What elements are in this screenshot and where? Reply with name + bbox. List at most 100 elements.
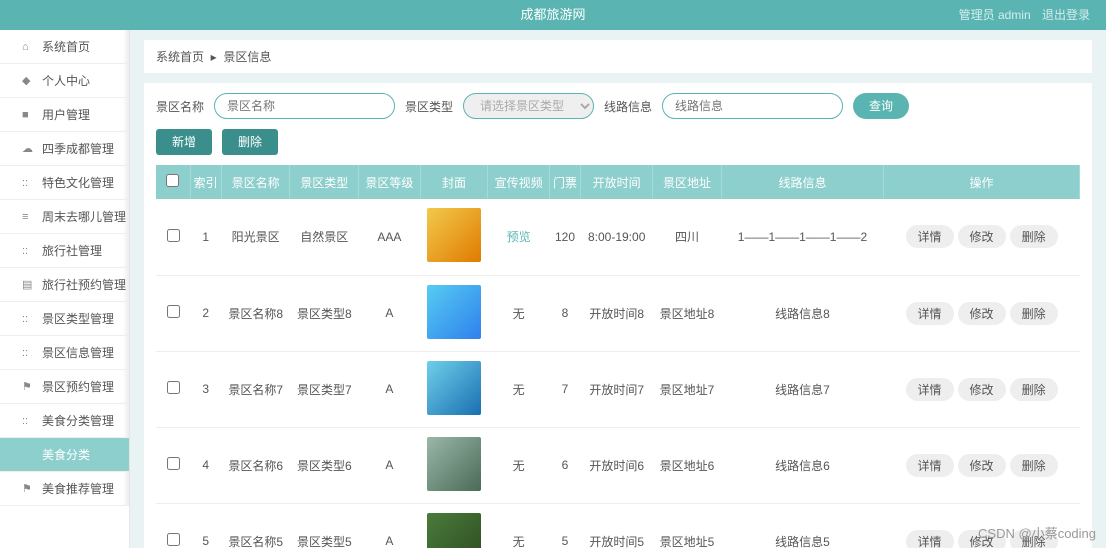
col-5: 封面 xyxy=(420,165,488,199)
sidebar-item-2[interactable]: ■用户管理 xyxy=(0,98,129,132)
breadcrumb-home[interactable]: 系统首页 xyxy=(156,50,204,64)
sidebar-item-5[interactable]: ≡周末去哪儿管理 xyxy=(0,200,129,234)
cell-addr: 四川 xyxy=(653,199,722,275)
sidebar-item-3[interactable]: ☁四季成都管理 xyxy=(0,132,129,166)
sidebar-item-7[interactable]: ▤旅行社预约管理 xyxy=(0,268,129,302)
cell-video[interactable]: 预览 xyxy=(488,199,549,275)
sidebar-item-12[interactable]: 美食分类 xyxy=(0,438,129,472)
col-6: 宣传视频 xyxy=(488,165,549,199)
row-delete-button[interactable]: 删除 xyxy=(1010,378,1058,401)
detail-button[interactable]: 详情 xyxy=(906,378,954,401)
add-button[interactable]: 新增 xyxy=(156,129,212,155)
cell-idx: 1 xyxy=(190,199,221,275)
table-row: 5景区名称5景区类型5A无5开放时间5景区地址5线路信息5详情修改删除 xyxy=(156,503,1080,548)
cell-price: 120 xyxy=(549,199,580,275)
cell-name: 景区名称6 xyxy=(221,427,290,503)
sidebar-icon: ⌂ xyxy=(22,41,36,53)
thumbnail xyxy=(427,437,481,491)
cell-idx: 5 xyxy=(190,503,221,548)
sidebar-icon: :: xyxy=(22,313,36,325)
col-3: 景区类型 xyxy=(290,165,359,199)
cell-video: 无 xyxy=(488,275,549,351)
cell-time: 开放时间8 xyxy=(581,275,653,351)
col-8: 开放时间 xyxy=(581,165,653,199)
search-type-label: 景区类型 xyxy=(405,98,453,115)
delete-button[interactable]: 删除 xyxy=(222,129,278,155)
col-11: 操作 xyxy=(884,165,1080,199)
cell-video: 无 xyxy=(488,427,549,503)
sidebar-item-label: 景区预约管理 xyxy=(42,378,114,395)
cell-video: 无 xyxy=(488,351,549,427)
row-delete-button[interactable]: 删除 xyxy=(1010,454,1058,477)
col-2: 景区名称 xyxy=(221,165,290,199)
detail-button[interactable]: 详情 xyxy=(906,225,954,248)
cell-ops: 详情修改删除 xyxy=(884,427,1080,503)
table-body: 1阳光景区自然景区AAA预览1208:00-19:00四川1——1——1——1—… xyxy=(156,199,1080,548)
col-1: 索引 xyxy=(190,165,221,199)
sidebar-item-label: 景区信息管理 xyxy=(42,344,114,361)
search-name-label: 景区名称 xyxy=(156,98,204,115)
sidebar-item-0[interactable]: ⌂ 系统首页 xyxy=(0,30,129,64)
cell-name: 阳光景区 xyxy=(221,199,290,275)
table-row: 4景区名称6景区类型6A无6开放时间6景区地址6线路信息6详情修改删除 xyxy=(156,427,1080,503)
sidebar-item-4[interactable]: ::特色文化管理 xyxy=(0,166,129,200)
main-area: 系统首页 ▸ 景区信息 景区名称 景区类型 请选择景区类型 线路信息 查询 新增… xyxy=(130,30,1106,548)
watermark: CSDN @小蔡coding xyxy=(978,523,1096,542)
edit-button[interactable]: 修改 xyxy=(958,302,1006,325)
search-name-input[interactable] xyxy=(214,93,395,119)
cell-ops: 详情修改删除 xyxy=(884,275,1080,351)
table-row: 1阳光景区自然景区AAA预览1208:00-19:00四川1——1——1——1—… xyxy=(156,199,1080,275)
row-checkbox[interactable] xyxy=(167,457,180,470)
sidebar-item-13[interactable]: ⚑美食推荐管理 xyxy=(0,472,129,506)
col-10: 线路信息 xyxy=(721,165,883,199)
sidebar-item-9[interactable]: ::景区信息管理 xyxy=(0,336,129,370)
detail-button[interactable]: 详情 xyxy=(906,454,954,477)
search-route-input[interactable] xyxy=(662,93,843,119)
sidebar-item-10[interactable]: ⚑ 景区预约管理 xyxy=(0,370,129,404)
cell-level: A xyxy=(359,275,420,351)
thumbnail xyxy=(427,513,481,548)
cell-level: A xyxy=(359,351,420,427)
select-all-checkbox[interactable] xyxy=(166,174,179,187)
cell-time: 开放时间5 xyxy=(581,503,653,548)
sidebar-icon: ⚑ xyxy=(22,380,36,393)
sidebar-icon: :: xyxy=(22,347,36,359)
query-button[interactable]: 查询 xyxy=(853,93,909,119)
edit-button[interactable]: 修改 xyxy=(958,225,1006,248)
table-header-row: 索引景区名称景区类型景区等级封面宣传视频门票开放时间景区地址线路信息操作 xyxy=(156,165,1080,199)
detail-button[interactable]: 详情 xyxy=(906,302,954,325)
row-delete-button[interactable]: 删除 xyxy=(1010,225,1058,248)
logout-link[interactable]: 退出登录 xyxy=(1042,8,1090,22)
detail-button[interactable]: 详情 xyxy=(906,530,954,548)
row-checkbox[interactable] xyxy=(167,381,180,394)
breadcrumb-current: 景区信息 xyxy=(223,50,271,64)
sidebar-item-label: 系统首页 xyxy=(42,38,90,55)
edit-button[interactable]: 修改 xyxy=(958,378,1006,401)
row-delete-button[interactable]: 删除 xyxy=(1010,302,1058,325)
row-checkbox[interactable] xyxy=(167,305,180,318)
cell-route: 1——1——1——1——2 xyxy=(721,199,883,275)
sidebar-item-8[interactable]: ::景区类型管理 xyxy=(0,302,129,336)
breadcrumb: 系统首页 ▸ 景区信息 xyxy=(144,40,1092,73)
sidebar-item-1[interactable]: ◆个人中心 xyxy=(0,64,129,98)
sidebar-item-label: 特色文化管理 xyxy=(42,174,114,191)
sidebar: ⌂系统首页◆个人中心■用户管理☁四季成都管理::特色文化管理≡周末去哪儿管理::… xyxy=(0,30,130,548)
sidebar-item-label: 美食推荐管理 xyxy=(42,480,114,497)
sidebar-item-label: 景区类型管理 xyxy=(42,310,114,327)
cell-route: 线路信息7 xyxy=(721,351,883,427)
cell-type: 景区类型6 xyxy=(290,427,359,503)
sidebar-item-6[interactable]: ::旅行社管理 xyxy=(0,234,129,268)
row-checkbox[interactable] xyxy=(167,229,180,242)
sidebar-item-label: 四季成都管理 xyxy=(42,140,114,157)
sidebar-icon: :: xyxy=(22,177,36,189)
edit-button[interactable]: 修改 xyxy=(958,454,1006,477)
sidebar-item-label: 旅行社预约管理 xyxy=(42,276,126,293)
sidebar-item-11[interactable]: ::美食分类管理 xyxy=(0,404,129,438)
thumbnail xyxy=(427,361,481,415)
cell-route: 线路信息6 xyxy=(721,427,883,503)
col-0 xyxy=(156,165,190,199)
cell-addr: 景区地址6 xyxy=(653,427,722,503)
search-type-select[interactable]: 请选择景区类型 xyxy=(463,93,594,119)
row-checkbox[interactable] xyxy=(167,533,180,546)
sidebar-item-label: 个人中心 xyxy=(42,72,90,89)
